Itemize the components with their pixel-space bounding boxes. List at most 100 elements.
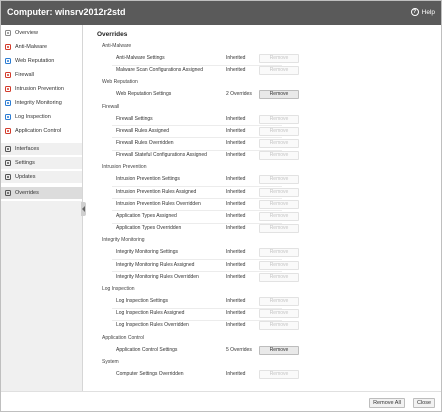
help-icon: ?	[410, 8, 419, 16]
sidebar-item-web-reputation[interactable]: Web Reputation	[1, 55, 82, 67]
remove-override-button[interactable]: Remove	[259, 139, 299, 148]
remove-override-button[interactable]: Remove	[259, 369, 299, 379]
group-label: Integrity Monitoring	[102, 237, 145, 244]
override-state: Inherited	[226, 225, 246, 232]
group-label: Anti-Malware	[102, 43, 132, 49]
sidebar-item-interfaces[interactable]: Interfaces	[1, 143, 82, 155]
remove-override-button[interactable]: Remove	[259, 345, 299, 355]
override-label: Integrity Monitoring Settings	[116, 249, 178, 256]
help-link[interactable]: ? Help	[410, 8, 435, 16]
footer: Remove All Close	[1, 391, 441, 411]
override-label: Firewall Settings	[116, 115, 153, 122]
sidebar-item-updates[interactable]: Updates	[1, 171, 82, 183]
override-row: Firewall Rules Overridden Inherited Remove	[88, 139, 441, 149]
remove-all-button[interactable]: Remove All	[369, 398, 405, 408]
sidebar-item-overrides[interactable]: Overrides	[1, 187, 82, 199]
sidebar-item-label: Intrusion Prevention	[15, 86, 64, 92]
group-label: Firewall	[102, 103, 120, 110]
remove-override-button[interactable]: Remove	[259, 321, 299, 331]
override-label: Integrity Monitoring Rules Overridden	[116, 273, 199, 280]
override-state: 2 Overrides	[226, 91, 252, 98]
override-label: Intrusion Prevention Settings	[116, 176, 180, 183]
globe-icon	[5, 58, 11, 64]
override-state: Inherited	[226, 249, 246, 256]
override-row: Integrity Monitoring Rules Assigned Inher…	[88, 260, 441, 271]
override-state: Inherited	[226, 55, 246, 61]
sidebar-item-integrity-monitoring[interactable]: Integrity Monitoring	[1, 97, 82, 109]
override-row: Anti-Malware Settings Inherited Remove	[88, 54, 441, 64]
remove-override-button[interactable]: Remove	[259, 199, 299, 209]
sidebar-item-intrusion-prevention[interactable]: Intrusion Prevention	[1, 83, 82, 95]
remove-override-button[interactable]: Remove	[259, 260, 299, 270]
sidebar-item-log-inspection[interactable]: Log Inspection	[1, 111, 82, 123]
sidebar-item-overview[interactable]: Overview	[1, 27, 82, 39]
override-label: Log Inspection Settings	[116, 298, 168, 304]
override-row: Intrusion Prevention Settings Inherited Re…	[88, 175, 441, 185]
override-state: Inherited	[226, 188, 246, 195]
intrusion-prevention-icon	[5, 86, 11, 92]
remove-override-button[interactable]: Remove	[259, 212, 299, 221]
updates-icon	[5, 174, 11, 180]
override-state: Inherited	[226, 115, 246, 122]
remove-override-button[interactable]: Remove	[259, 151, 299, 161]
override-state: Inherited	[226, 213, 246, 219]
override-state: Inherited	[226, 298, 246, 304]
override-row: Firewall Settings Inherited Remove	[88, 114, 441, 125]
override-row: Firewall Stateful Configurations Assigne…	[88, 151, 441, 161]
override-state: 5 Overrides	[226, 346, 252, 353]
remove-override-button[interactable]: Remove	[259, 66, 299, 76]
override-row: Log Inspection Settings Inherited Remove	[88, 297, 441, 307]
override-row: Integrity Monitoring Settings Inherited Re…	[88, 248, 441, 258]
window-title: Computer: winsrv2012r2std	[7, 7, 126, 17]
log-inspection-icon	[5, 114, 11, 120]
override-row: Application Control Settings 5 Overrides R…	[88, 345, 441, 356]
remove-override-button[interactable]: Remove	[259, 126, 299, 136]
override-label: Web Reputation Settings	[116, 91, 172, 98]
monitor-icon	[5, 30, 11, 36]
override-label: Application Types Overridden	[116, 225, 182, 232]
sidebar-item-label: Web Reputation	[15, 58, 55, 64]
sidebar: Overview Anti-Malware Web Reputation Firewa…	[1, 25, 83, 411]
remove-override-button[interactable]: Remove	[259, 248, 299, 258]
overrides-window: Computer: winsrv2012r2std ? Help Overvie…	[0, 0, 442, 412]
collapse-sidebar-handle[interactable]	[81, 202, 86, 216]
remove-override-button[interactable]: Remove	[259, 297, 299, 306]
override-state: Inherited	[226, 370, 246, 377]
group-label: Log Inspection	[102, 286, 135, 292]
sidebar-item-firewall[interactable]: Firewall	[1, 69, 82, 81]
remove-override-button[interactable]: Remove	[259, 175, 299, 185]
override-row: Firewall Rules Assigned Inherited Remove	[88, 126, 441, 137]
sidebar-item-anti-malware[interactable]: Anti-Malware	[1, 41, 82, 53]
remove-override-button[interactable]: Remove	[259, 272, 299, 282]
override-state: Inherited	[226, 176, 246, 183]
override-state: Inherited	[226, 127, 246, 134]
close-button[interactable]: Close	[413, 398, 435, 408]
sidebar-item-label: Updates	[15, 174, 36, 180]
remove-override-button[interactable]: Remove	[259, 187, 299, 197]
remove-override-button[interactable]: Remove	[259, 309, 299, 319]
override-state: Inherited	[226, 140, 246, 146]
sidebar-item-label: Log Inspection	[15, 114, 51, 120]
remove-override-button[interactable]: Remove	[259, 54, 299, 63]
override-label: Malware Scan Configurations Assigned	[116, 67, 203, 74]
override-row: Computer Settings Overridden Inherited Rem…	[88, 369, 441, 380]
sidebar-item-label: Anti-Malware	[15, 44, 48, 50]
main-panel: Overrides Anti-Malware Anti-Malware Setti…	[88, 27, 441, 391]
override-row: Log Inspection Rules Assigned Inherited Re…	[88, 309, 441, 319]
title-bar: Computer: winsrv2012r2std ? Help	[1, 1, 441, 25]
remove-override-button[interactable]: Remove	[259, 114, 299, 124]
application-control-icon	[5, 128, 11, 134]
sidebar-item-settings[interactable]: Settings	[1, 157, 82, 169]
override-label: Log Inspection Rules Assigned	[116, 310, 185, 317]
remove-override-button[interactable]: Remove	[259, 90, 299, 100]
override-state: Inherited	[226, 273, 246, 280]
sidebar-item-label: Interfaces	[15, 146, 40, 152]
remove-override-button[interactable]: Remove	[259, 224, 299, 234]
sidebar-item-application-control[interactable]: Application Control	[1, 125, 82, 137]
override-label: Application Control Settings	[116, 346, 178, 353]
override-row: Malware Scan Configurations Assigned Inhe…	[88, 66, 441, 76]
group-label: System	[102, 358, 119, 365]
override-label: Firewall Stateful Configurations Assigne…	[116, 152, 207, 159]
group-label: Intrusion Prevention	[102, 164, 147, 171]
sidebar-item-label: Application Control	[15, 128, 62, 134]
